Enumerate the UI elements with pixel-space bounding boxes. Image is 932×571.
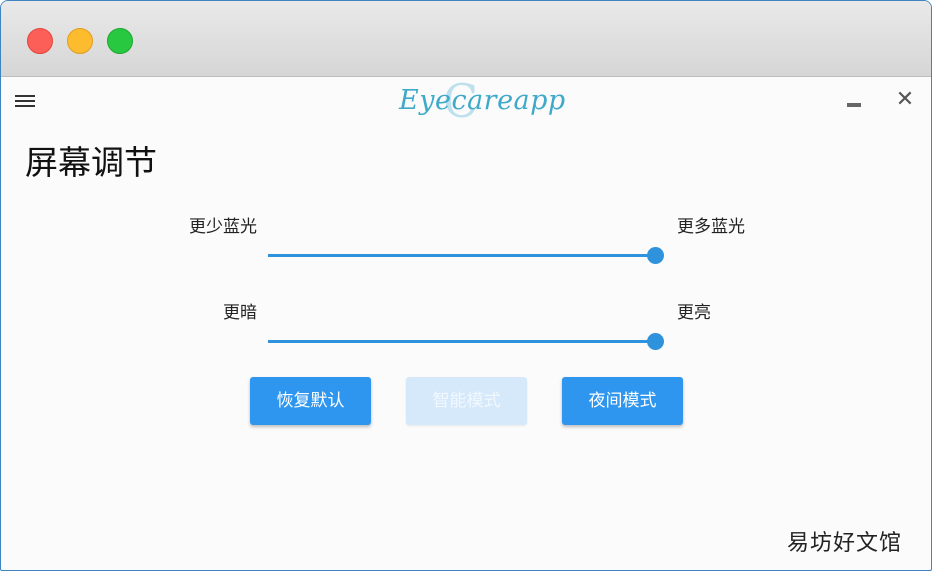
app-window: C Eyecareapp ✕ 屏幕调节 更少蓝光 更多蓝光 更暗 更亮 恢复默认… bbox=[0, 0, 932, 571]
traffic-light-close[interactable] bbox=[27, 28, 53, 54]
slider-track bbox=[268, 254, 656, 257]
night-mode-button[interactable]: 夜间模式 bbox=[562, 377, 683, 425]
blue-light-slider[interactable] bbox=[268, 245, 664, 265]
title-bar bbox=[1, 1, 931, 77]
slider-thumb[interactable] bbox=[647, 333, 664, 350]
close-icon[interactable]: ✕ bbox=[894, 89, 916, 111]
smart-mode-button: 智能模式 bbox=[406, 377, 527, 425]
page-title: 屏幕调节 bbox=[25, 143, 157, 182]
traffic-light-minimize[interactable] bbox=[67, 28, 93, 54]
blue-light-max-label: 更多蓝光 bbox=[677, 217, 745, 237]
hamburger-menu-icon[interactable] bbox=[15, 93, 37, 109]
watermark-text: 易坊好文馆 bbox=[787, 531, 903, 556]
slider-track bbox=[268, 340, 656, 343]
blue-light-min-label: 更少蓝光 bbox=[189, 217, 257, 237]
brightness-min-label: 更暗 bbox=[223, 303, 257, 323]
logo-text: Eyecareapp bbox=[399, 85, 566, 116]
slider-thumb[interactable] bbox=[647, 247, 664, 264]
app-logo: C Eyecareapp bbox=[399, 78, 566, 127]
minimize-icon[interactable] bbox=[847, 103, 861, 107]
brightness-max-label: 更亮 bbox=[677, 303, 711, 323]
brightness-slider[interactable] bbox=[268, 331, 664, 351]
restore-default-button[interactable]: 恢复默认 bbox=[250, 377, 371, 425]
traffic-light-maximize[interactable] bbox=[107, 28, 133, 54]
